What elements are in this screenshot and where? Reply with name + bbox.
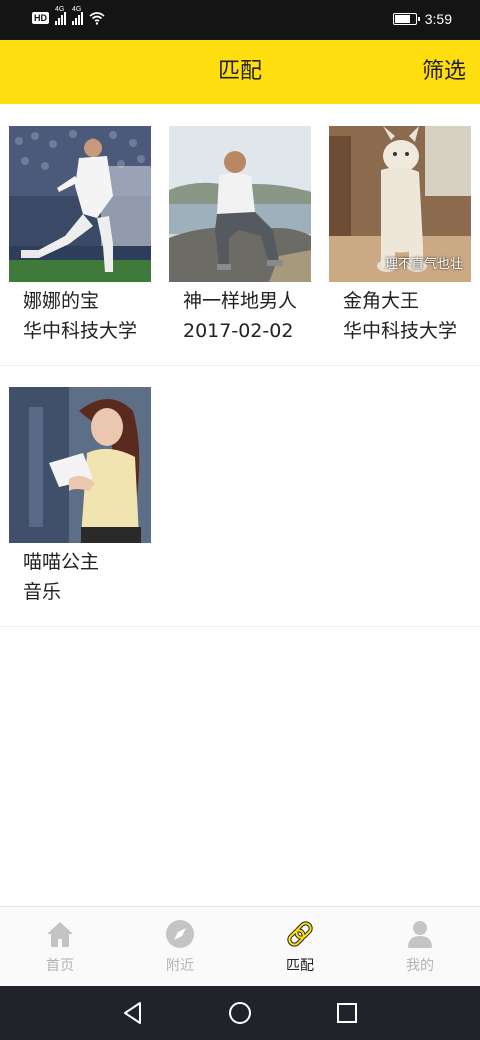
nav-item-home[interactable]: 首页 xyxy=(0,907,120,987)
match-photo xyxy=(9,126,151,282)
hd-badge: HD xyxy=(32,12,49,24)
signal-icon: 4G xyxy=(72,6,83,25)
nav-item-nearby[interactable]: 附近 xyxy=(120,907,240,987)
match-photo: 理不直气也壮 xyxy=(329,126,471,282)
back-icon[interactable] xyxy=(120,1000,146,1026)
user-icon xyxy=(408,921,432,948)
system-nav-bar xyxy=(0,986,480,1040)
page-title: 匹配 xyxy=(217,59,262,84)
signal-icon: 4G xyxy=(55,6,66,25)
nav-item-mine[interactable]: 我的 xyxy=(360,907,480,987)
match-detail: 华中科技大学 xyxy=(343,320,458,342)
match-card[interactable]: 神一样地男人 2017-02-02 xyxy=(169,126,311,346)
status-left: HD 4G 4G xyxy=(32,6,105,25)
nav-item-match[interactable]: 匹配 xyxy=(240,907,360,987)
photo-caption: 理不直气也壮 xyxy=(384,257,463,272)
compass-icon xyxy=(166,920,194,948)
match-card[interactable]: 娜娜的宝 华中科技大学 xyxy=(9,126,151,346)
status-right: 3:59 xyxy=(392,11,452,27)
match-detail: 2017-02-02 xyxy=(183,320,294,342)
match-detail: 音乐 xyxy=(23,581,62,603)
nav-label: 匹配 xyxy=(286,958,314,974)
nav-label: 我的 xyxy=(406,958,434,974)
link-icon xyxy=(287,921,313,947)
nav-label: 首页 xyxy=(46,958,74,974)
match-name: 金角大王 xyxy=(343,290,420,312)
match-row: 娜娜的宝 华中科技大学 神一样地男人 2017-02-02 理不直气也壮 金角大… xyxy=(0,104,480,366)
wifi-icon xyxy=(89,12,105,25)
match-card[interactable]: 理不直气也壮 金角大王 华中科技大学 xyxy=(329,126,471,346)
battery-level xyxy=(394,15,410,23)
match-name: 娜娜的宝 xyxy=(23,290,100,312)
home-icon xyxy=(47,922,73,947)
nav-label: 附近 xyxy=(166,958,194,974)
clock: 3:59 xyxy=(424,11,452,27)
battery-icon xyxy=(392,13,420,25)
home-circle-icon[interactable] xyxy=(227,1000,253,1026)
match-name: 喵喵公主 xyxy=(23,551,100,573)
network-type-2: 4G xyxy=(72,6,82,13)
status-bar: HD 4G 4G 3:59 xyxy=(0,0,480,40)
match-card[interactable]: 喵喵公主 音乐 xyxy=(9,387,151,607)
match-row: 喵喵公主 音乐 xyxy=(0,365,480,627)
network-type-1: 4G xyxy=(55,6,65,13)
app-header: 匹配 筛选 xyxy=(0,40,480,104)
match-photo xyxy=(169,126,311,282)
bottom-nav: 首页 附近 匹配 我的 xyxy=(0,906,480,986)
match-name: 神一样地男人 xyxy=(183,290,298,312)
filter-button[interactable]: 筛选 xyxy=(422,40,466,104)
match-detail: 华中科技大学 xyxy=(23,320,138,342)
recents-icon[interactable] xyxy=(334,1000,360,1026)
match-photo xyxy=(9,387,151,543)
